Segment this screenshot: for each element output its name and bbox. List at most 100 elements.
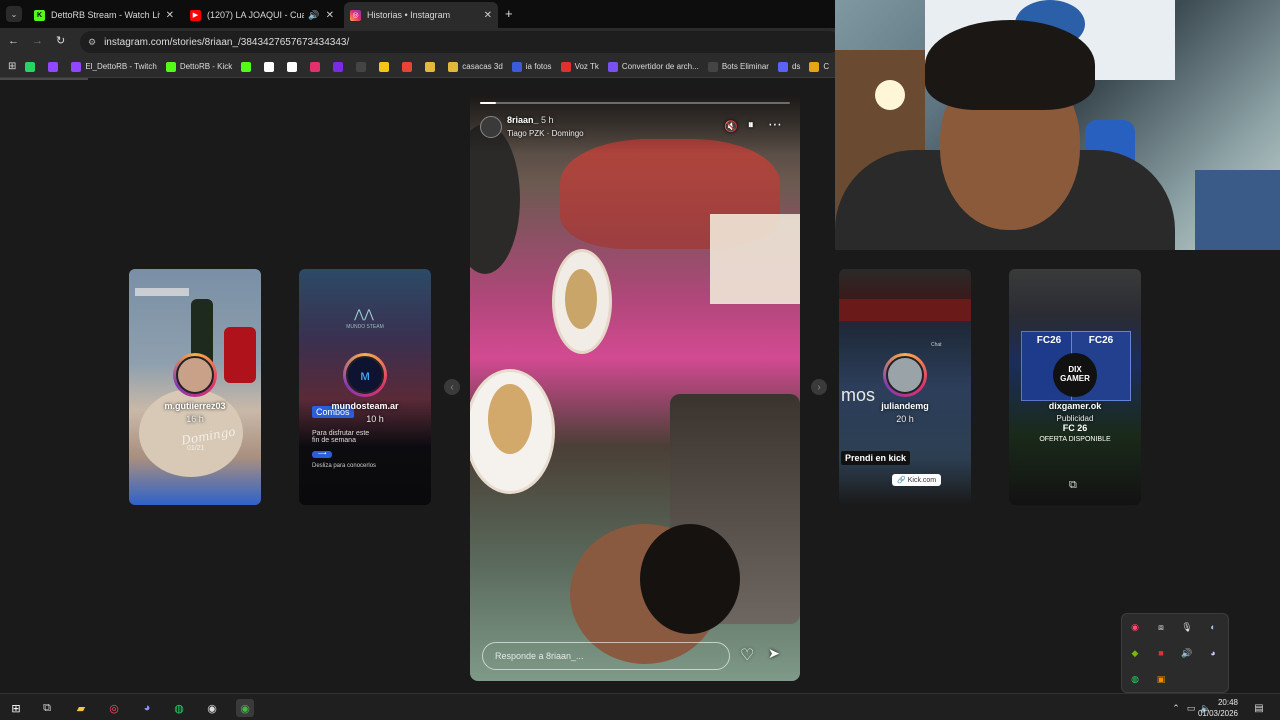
bookmark-item[interactable]: ds (777, 61, 800, 72)
obs-icon[interactable]: ◉ (203, 699, 221, 717)
kick-icon (241, 61, 252, 72)
steam-icon[interactable]: ◐ (1206, 620, 1220, 634)
story-photo-food-2 (488, 384, 532, 454)
bookmark-item[interactable]: El_DettoRB - Twitch (71, 61, 157, 72)
sponsored-label: Publicidad (1056, 414, 1094, 423)
discord-icon[interactable]: ◕ (1206, 646, 1220, 660)
notification-icon[interactable]: ▤ (1250, 699, 1268, 717)
bookmark-item[interactable] (25, 61, 39, 72)
forward-icon[interactable]: → (32, 35, 43, 47)
task-view-icon[interactable]: ⧉ (38, 699, 56, 717)
nvidia-icon[interactable]: ◆ (1128, 646, 1142, 660)
app-icon[interactable]: ▣ (1154, 672, 1168, 686)
reload-icon[interactable]: ↻ (56, 34, 65, 47)
coca-cola-bottle-image (224, 327, 256, 383)
whatsapp-icon (25, 61, 36, 72)
bookmark-item[interactable]: ia fotos (511, 61, 552, 72)
amd-icon[interactable]: ■ (1154, 646, 1168, 660)
bookmark-item[interactable] (402, 61, 416, 72)
story-progress-fill (480, 102, 496, 104)
previous-story-button[interactable]: ‹ (444, 379, 460, 395)
webcam-person-hair (925, 20, 1095, 110)
whatsapp-icon[interactable]: ◍ (170, 699, 188, 717)
story-preview-m-gutiierrez03[interactable]: Domingo 01/21 m.gutiierrez03 16 h (129, 269, 261, 505)
avatar-ring: ᴍ (343, 353, 387, 397)
webcam-shelf (1195, 170, 1280, 250)
discord-icon[interactable]: ◕ (138, 699, 156, 717)
app-icon (356, 61, 367, 72)
active-story[interactable]: 8riaan_ 5 h Tiago PZK · Domingo 🔇 ⏸ ⋯ Re… (470, 94, 800, 681)
close-icon[interactable]: ✕ (166, 10, 174, 21)
file-explorer-icon[interactable]: ▰ (72, 699, 90, 717)
webcam-overlay (835, 0, 1280, 250)
reply-input[interactable]: Responde a 8riaan_... (482, 642, 730, 670)
bookmarks-bar: ⊞ El_DettoRB - Twitch DettoRB - Kick casac… (0, 56, 835, 78)
story-username[interactable]: 8riaan_ (507, 115, 539, 125)
tab-dettorb-stream[interactable]: K DettoRB Stream - Watch Live on ✕ (28, 4, 180, 26)
bookmark-item[interactable] (48, 61, 62, 72)
app-icon (379, 61, 390, 72)
ad-brand-icon: ⧉ (1069, 479, 1077, 491)
back-icon[interactable]: ← (8, 35, 19, 47)
app-icon (809, 61, 820, 72)
system-tray-overflow: ◉ ⧈ 🎙 ◐ ◆ ■ 🔊 ◕ ◍ ▣ (1121, 613, 1229, 693)
muted-icon[interactable]: 🔇 (724, 120, 738, 133)
story-time: 16 h (186, 414, 204, 424)
bookmark-item[interactable] (333, 61, 347, 72)
bookmark-item[interactable]: casacas 3d (448, 61, 503, 72)
story-preview-dixgamer[interactable]: FC26 FC26 DIX GAMER dixgamer.ok Publicid… (1009, 269, 1141, 505)
opera-gx-icon[interactable]: ◎ (105, 699, 123, 717)
story-username: juliandemg (881, 401, 929, 411)
bookmark-item[interactable] (356, 61, 370, 72)
kick-icon (165, 61, 176, 72)
next-story-button[interactable]: › (811, 379, 827, 395)
story-preview-juliandemg[interactable]: Chat mos juliandemg 20 h Prendi en kick … (839, 269, 971, 505)
close-icon[interactable]: ✕ (326, 10, 334, 21)
avatar[interactable] (480, 116, 502, 138)
tab-instagram-stories[interactable]: ◎ Historias • Instagram ✕ (344, 2, 498, 28)
clock-date: 01/03/2026 (1197, 709, 1238, 718)
tab-search-button[interactable]: ⌄ (6, 6, 22, 22)
system-clock[interactable]: 20:48 01/03/2026 (1198, 697, 1238, 719)
browser-toolbar: ← → ↻ ⚙ instagram.com/stories/8riaan_/38… (0, 28, 840, 56)
link-text: Kick.com (907, 476, 937, 484)
windows-icon[interactable]: ⊞ (7, 699, 25, 717)
bookmark-item[interactable]: Bots Eliminar (707, 61, 769, 72)
bookmark-item[interactable] (379, 61, 393, 72)
apps-icon[interactable]: ⊞ (8, 61, 16, 72)
game-box-right-title: FC26 (1088, 335, 1114, 346)
clock-time: 20:48 (1217, 698, 1238, 707)
story-photo-food (565, 269, 597, 329)
usb-icon[interactable]: ⧈ (1154, 620, 1168, 634)
new-tab-button[interactable]: + (505, 6, 513, 21)
tab-la-joaqui[interactable]: ▶ (1207) LA JOAQUI - Cuanta 🔊 ✕ (184, 4, 340, 26)
site-info-icon[interactable]: ⚙ (88, 37, 96, 48)
bookmark-item[interactable]: C (809, 61, 829, 72)
bookmark-item[interactable] (425, 61, 439, 72)
bookmark-item[interactable] (287, 61, 301, 72)
pause-icon[interactable]: ⏸ (748, 119, 754, 132)
link-sticker[interactable]: 🔗 Kick.com (892, 474, 942, 486)
whatsapp-icon[interactable]: ◍ (1128, 672, 1142, 686)
send-icon[interactable]: ➤ (768, 645, 780, 662)
chrome-icon[interactable]: ◉ (236, 699, 254, 717)
opera-gx-icon[interactable]: ◉ (1128, 620, 1142, 634)
speaker-icon[interactable]: 🔊 (308, 10, 319, 21)
bookmark-item[interactable] (310, 61, 324, 72)
instagram-icon: ◎ (350, 9, 361, 21)
bookmark-item[interactable]: Voz Tk (560, 61, 599, 72)
microphone-icon[interactable]: 🎙 (1180, 620, 1194, 634)
story-photo-hair (640, 524, 740, 634)
more-options-icon[interactable]: ⋯ (768, 116, 782, 133)
close-icon[interactable]: ✕ (484, 10, 492, 21)
bookmark-item[interactable]: Convertidor de arch... (607, 61, 699, 72)
story-preview-mundosteam[interactable]: ⋀⋀ MUNDO STEAM ᴍ Combos mundosteam.ar 10… (299, 269, 431, 505)
speaker-icon[interactable]: 🔊 (1180, 646, 1194, 660)
bookmark-item[interactable] (264, 61, 278, 72)
address-bar[interactable]: ⚙ instagram.com/stories/8riaan_/38434276… (80, 31, 840, 53)
heart-icon[interactable]: ♡ (740, 645, 754, 665)
story-music[interactable]: Tiago PZK · Domingo (507, 129, 584, 138)
bookmark-item[interactable] (241, 61, 255, 72)
bookmark-item[interactable]: DettoRB - Kick (165, 61, 232, 72)
avatar: ᴍ (346, 356, 384, 394)
